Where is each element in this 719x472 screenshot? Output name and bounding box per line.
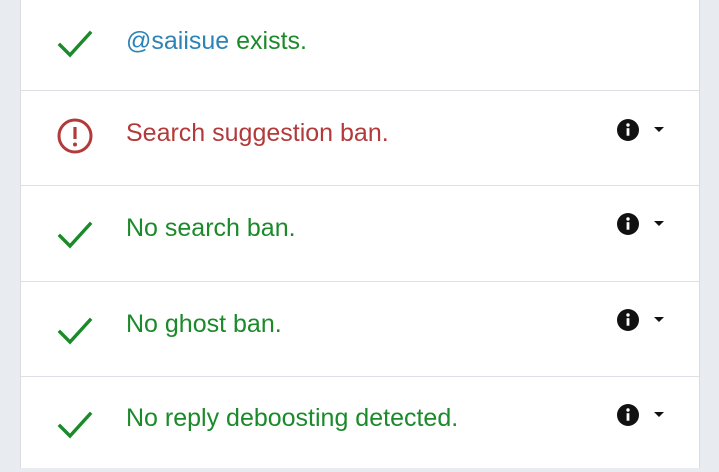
- caret-down-icon[interactable]: [650, 215, 668, 233]
- result-text: Search suggestion ban.: [126, 119, 389, 147]
- result-row-ghost-ban: No ghost ban.: [21, 282, 699, 377]
- caret-down-icon[interactable]: [650, 406, 668, 424]
- result-text: @saiisue exists.: [126, 26, 307, 56]
- result-row-search-ban: No search ban.: [21, 186, 699, 282]
- result-row-search-suggestion-ban: Search suggestion ban.: [21, 91, 699, 186]
- exists-label: exists.: [229, 27, 307, 55]
- result-row-exists: @saiisue exists.: [21, 0, 699, 91]
- check-icon: [55, 404, 95, 444]
- account-handle-link[interactable]: @saiisue: [126, 27, 229, 55]
- result-row-reply-deboosting: No reply deboosting detected.: [21, 377, 699, 472]
- check-icon: [55, 214, 95, 254]
- alert-circle-icon: [55, 116, 95, 156]
- info-icon[interactable]: [616, 403, 640, 427]
- check-icon: [55, 23, 95, 63]
- result-text: No reply deboosting detected.: [126, 404, 459, 432]
- info-icon[interactable]: [616, 212, 640, 236]
- info-icon[interactable]: [616, 308, 640, 332]
- check-icon: [55, 310, 95, 350]
- info-icon[interactable]: [616, 118, 640, 142]
- caret-down-icon[interactable]: [650, 311, 668, 329]
- result-text: No search ban.: [126, 214, 296, 242]
- caret-down-icon[interactable]: [650, 121, 668, 139]
- result-text: No ghost ban.: [126, 310, 282, 338]
- results-card: @saiisue exists. Search suggestion ban. …: [20, 0, 700, 468]
